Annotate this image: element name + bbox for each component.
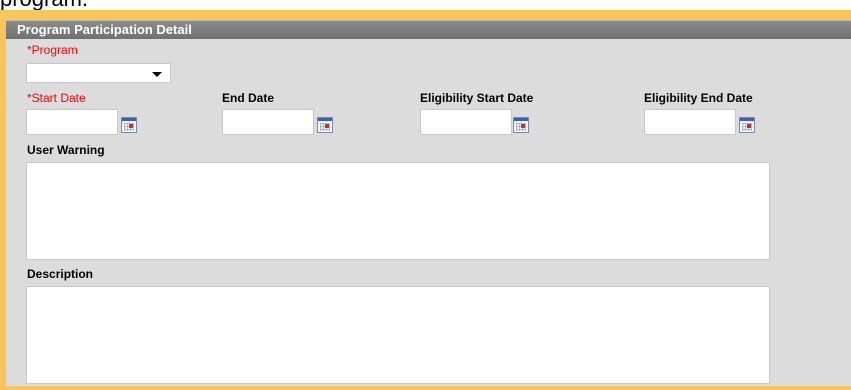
calendar-icon[interactable] <box>513 117 529 133</box>
eligibility-start-date-input[interactable] <box>420 109 512 135</box>
eligibility-start-date-label: Eligibility Start Date <box>420 91 534 105</box>
program-participation-detail-panel: Program Participation Detail *Program *S… <box>6 20 851 386</box>
chevron-down-icon[interactable] <box>152 72 162 77</box>
program-label: *Program <box>27 43 78 57</box>
calendar-icon[interactable] <box>317 117 333 133</box>
calendar-icon[interactable] <box>121 117 137 133</box>
program-select[interactable] <box>26 63 171 83</box>
start-date-input[interactable] <box>26 109 118 135</box>
clipped-page-text: program. <box>0 0 88 10</box>
calendar-icon[interactable] <box>739 117 755 133</box>
eligibility-end-date-input[interactable] <box>644 109 736 135</box>
description-label: Description <box>27 267 94 281</box>
eligibility-end-date-label: Eligibility End Date <box>644 91 753 105</box>
start-date-label: *Start Date <box>27 91 86 105</box>
end-date-input[interactable] <box>222 109 314 135</box>
end-date-label: End Date <box>222 91 275 105</box>
description-textarea[interactable] <box>26 286 770 384</box>
user-warning-label: User Warning <box>27 143 105 157</box>
panel-title: Program Participation Detail <box>6 21 851 39</box>
user-warning-textarea[interactable] <box>26 162 770 260</box>
